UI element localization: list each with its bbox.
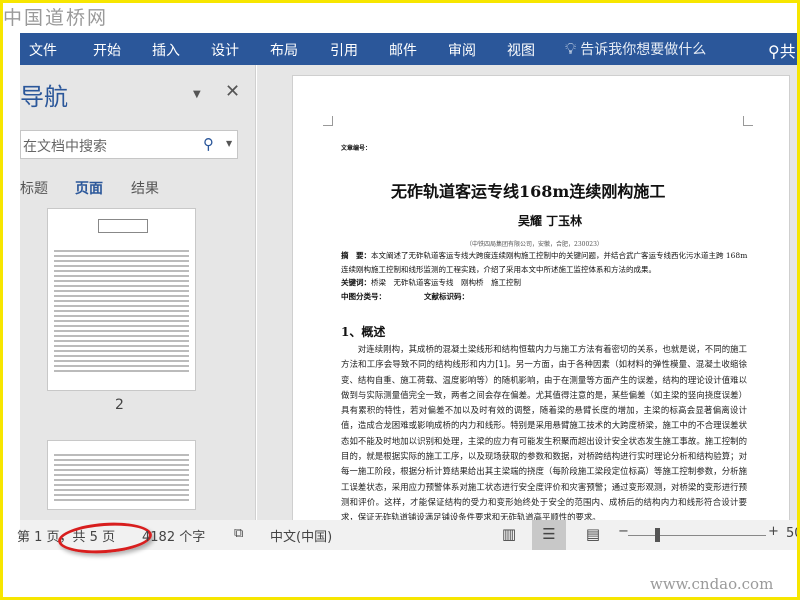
language-indicator[interactable]: 中文(中国)	[270, 526, 332, 545]
tab-design[interactable]: 设计	[211, 40, 239, 60]
doc-authors: 吴耀 丁玉林	[518, 214, 583, 228]
nav-options-dropdown-icon[interactable]: ▼	[193, 89, 201, 100]
thumbnail-page-number: 2	[115, 397, 124, 413]
margin-mark	[743, 116, 753, 126]
margin-mark	[323, 116, 333, 126]
class-number-label: 中图分类号：	[341, 292, 386, 301]
document-area: 文章编号： 无砟轨道客运专线168m连续刚构施工 吴耀 丁玉林 （中铁四局集团有…	[257, 65, 797, 545]
add-user-icon: ⚲	[768, 42, 780, 61]
word-count[interactable]: 4182 个字	[142, 526, 205, 545]
body-paragraph: 对连续刚构，其成桥的混凝土梁线形和结构恒载内力与施工方法有着密切的关系，也就是说…	[341, 344, 747, 523]
watermark-url: www.cndao.com	[650, 575, 774, 593]
doc-title: 无砟轨道客运专线168m连续刚构施工	[391, 182, 666, 201]
keywords-text: 桥梁 无砟轨道客运专线 刚构桥 施工控制	[371, 278, 521, 287]
zoom-out-button[interactable]: −	[618, 524, 629, 539]
nav-search-input[interactable]: 在文档中搜索 ⚲ ▼	[20, 130, 238, 159]
zoom-slider[interactable]	[628, 535, 766, 536]
page-thumbnail-3[interactable]	[47, 440, 196, 510]
doc-affiliation: （中铁四局集团有限公司，安徽，合肥，230023）	[466, 241, 603, 248]
zoom-in-button[interactable]: +	[768, 524, 779, 539]
nav-tab-results[interactable]: 结果	[131, 178, 159, 198]
read-mode-icon[interactable]: ▥	[492, 520, 526, 550]
tab-view[interactable]: 视图	[507, 40, 535, 60]
lightbulb-icon: 💡︎	[565, 39, 577, 58]
doc-keywords: 关键词：桥梁 无砟轨道客运专线 刚构桥 施工控制	[341, 277, 521, 288]
search-dropdown-icon[interactable]: ▼	[226, 139, 232, 148]
print-layout-icon[interactable]: ☰	[532, 520, 566, 550]
tab-layout[interactable]: 布局	[270, 40, 298, 60]
doc-abstract: 摘 要：本文阐述了无砟轨道客运专线大跨度连续刚构施工控制中的关键问题，并结合武广…	[341, 249, 749, 277]
doc-id-label: 文献标识码：	[424, 292, 469, 301]
ribbon-tabs: 文件 开始 插入 设计 布局 引用 邮件 审阅 视图 💡︎ 告诉我你想要做什么 …	[20, 33, 797, 65]
web-layout-icon[interactable]: ▤	[576, 520, 610, 550]
status-bar: 第 1 页，共 5 页 4182 个字 ⧉ 中文(中国) ▥ ☰ ▤ − + 5…	[17, 519, 797, 557]
zoom-level[interactable]: 50	[786, 526, 797, 541]
tell-me-text: 告诉我你想要做什么	[580, 42, 707, 58]
tab-mailings[interactable]: 邮件	[389, 40, 417, 60]
document-page[interactable]: 文章编号： 无砟轨道客运专线168m连续刚构施工 吴耀 丁玉林 （中铁四局集团有…	[292, 75, 790, 545]
tab-review[interactable]: 审阅	[448, 40, 476, 60]
tab-insert[interactable]: 插入	[152, 40, 180, 60]
navigation-pane: 导航 ▼ ✕ 在文档中搜索 ⚲ ▼ 标题 页面 结果 2	[20, 65, 256, 520]
proofing-icon[interactable]: ⧉	[234, 526, 243, 541]
nav-title: 导航	[20, 83, 68, 111]
app-frame: 中国道桥网 文件 开始 插入 设计 布局 引用 邮件 审阅 视图 💡︎ 告诉我你…	[3, 3, 797, 597]
nav-close-icon[interactable]: ✕	[225, 81, 240, 102]
tab-references[interactable]: 引用	[330, 40, 358, 60]
search-placeholder: 在文档中搜索	[23, 139, 107, 155]
keywords-label: 关键词：	[341, 278, 371, 287]
nav-tab-headings[interactable]: 标题	[20, 178, 48, 198]
zoom-slider-thumb[interactable]	[655, 528, 660, 542]
doc-number-label: 文章编号：	[341, 145, 372, 152]
section-heading: 1、概述	[341, 325, 386, 339]
share-label: 共	[779, 42, 796, 61]
watermark-logo: 中国道桥网	[3, 7, 109, 29]
page-thumbnail-2[interactable]	[47, 208, 196, 391]
tell-me-box[interactable]: 💡︎ 告诉我你想要做什么	[565, 39, 706, 59]
nav-tab-pages[interactable]: 页面	[75, 178, 103, 198]
tab-home[interactable]: 开始	[93, 40, 121, 60]
tab-file[interactable]: 文件	[29, 40, 57, 60]
abstract-label: 摘 要：	[341, 251, 371, 260]
share-button[interactable]: ⚲共	[768, 38, 796, 62]
abstract-text: 本文阐述了无砟轨道客运专线大跨度连续刚构施工控制中的关键问题，并结合武广客运专线…	[341, 251, 748, 274]
search-icon[interactable]: ⚲	[203, 135, 214, 153]
